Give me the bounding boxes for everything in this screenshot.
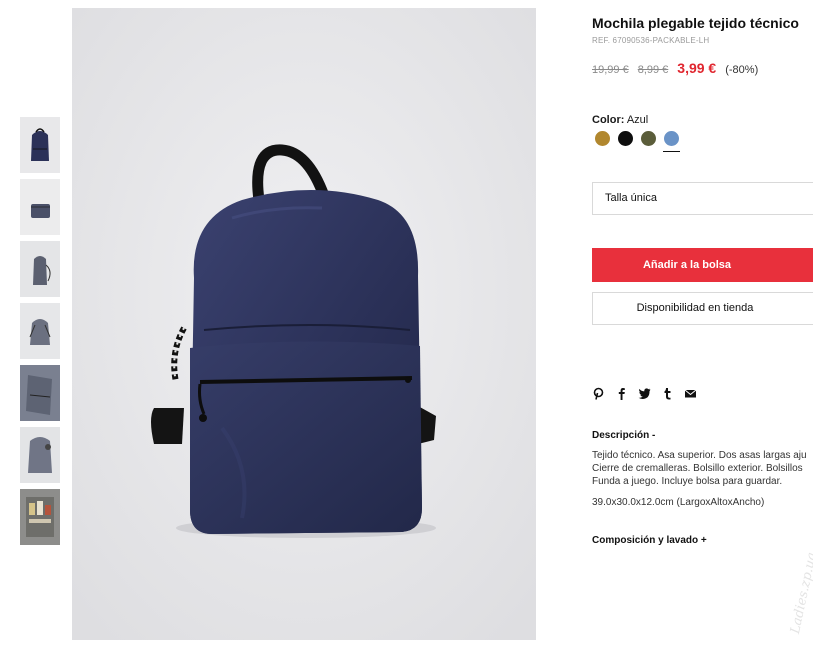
backpack-illustration [72, 8, 536, 640]
facebook-icon[interactable] [615, 387, 628, 401]
color-label-title: Color: [592, 114, 625, 126]
price-row: 19,99 € 8,99 € 3,99 € (-80%) [592, 60, 758, 76]
thumbnail-list [20, 117, 60, 551]
tumblr-icon[interactable] [661, 387, 674, 401]
size-selector[interactable]: Talla única [592, 182, 813, 215]
thumbnail-pouch[interactable] [20, 179, 60, 235]
product-info-panel: Mochila plegable tejido técnico REF. 670… [592, 0, 813, 640]
add-to-bag-button[interactable]: Añadir a la bolsa [592, 248, 813, 282]
thumbnail-back[interactable] [20, 303, 60, 359]
description-text: Tejido técnico. Asa superior. Dos asas l… [592, 449, 813, 488]
thumbnail-side[interactable] [20, 241, 60, 297]
previous-price: 8,99 € [637, 64, 669, 76]
thumbnail-contents[interactable] [20, 489, 60, 545]
twitter-icon[interactable] [638, 387, 651, 401]
swatch-olive[interactable] [641, 131, 656, 146]
description-line: Tejido técnico. Asa superior. Dos asas l… [592, 450, 807, 461]
thumbnail-front[interactable] [20, 117, 60, 173]
main-product-image[interactable] [72, 8, 536, 640]
composition-toggle[interactable]: Composición y lavado + [592, 535, 707, 546]
product-reference: REF. 67090536-PACKABLE-LH [592, 36, 710, 45]
description-toggle[interactable]: Descripción - [592, 430, 655, 441]
thumbnail-detail[interactable] [20, 365, 60, 421]
current-price: 3,99 € [677, 60, 717, 76]
swatch-mustard[interactable] [595, 131, 610, 146]
product-dimensions: 39.0x30.0x12.0cm (LargoxAltoxAncho) [592, 497, 765, 508]
thumbnail-worn[interactable] [20, 427, 60, 483]
selected-color-name: Azul [626, 114, 649, 126]
color-label: Color: Azul [592, 114, 648, 126]
product-title: Mochila plegable tejido técnico [592, 15, 799, 31]
swatch-blue[interactable] [663, 131, 680, 152]
store-availability-button[interactable]: Disponibilidad en tienda [592, 292, 813, 325]
original-price: 19,99 € [592, 64, 629, 76]
description-line: Funda a juego. Incluye bolsa para guarda… [592, 476, 783, 487]
color-swatches [595, 131, 680, 152]
email-icon[interactable] [684, 387, 697, 401]
discount-badge: (-80%) [725, 64, 759, 76]
description-line: Cierre de cremalleras. Bolsillo exterior… [592, 463, 803, 474]
swatch-black[interactable] [618, 131, 633, 146]
share-icons [592, 387, 697, 401]
pinterest-icon[interactable] [592, 387, 605, 401]
